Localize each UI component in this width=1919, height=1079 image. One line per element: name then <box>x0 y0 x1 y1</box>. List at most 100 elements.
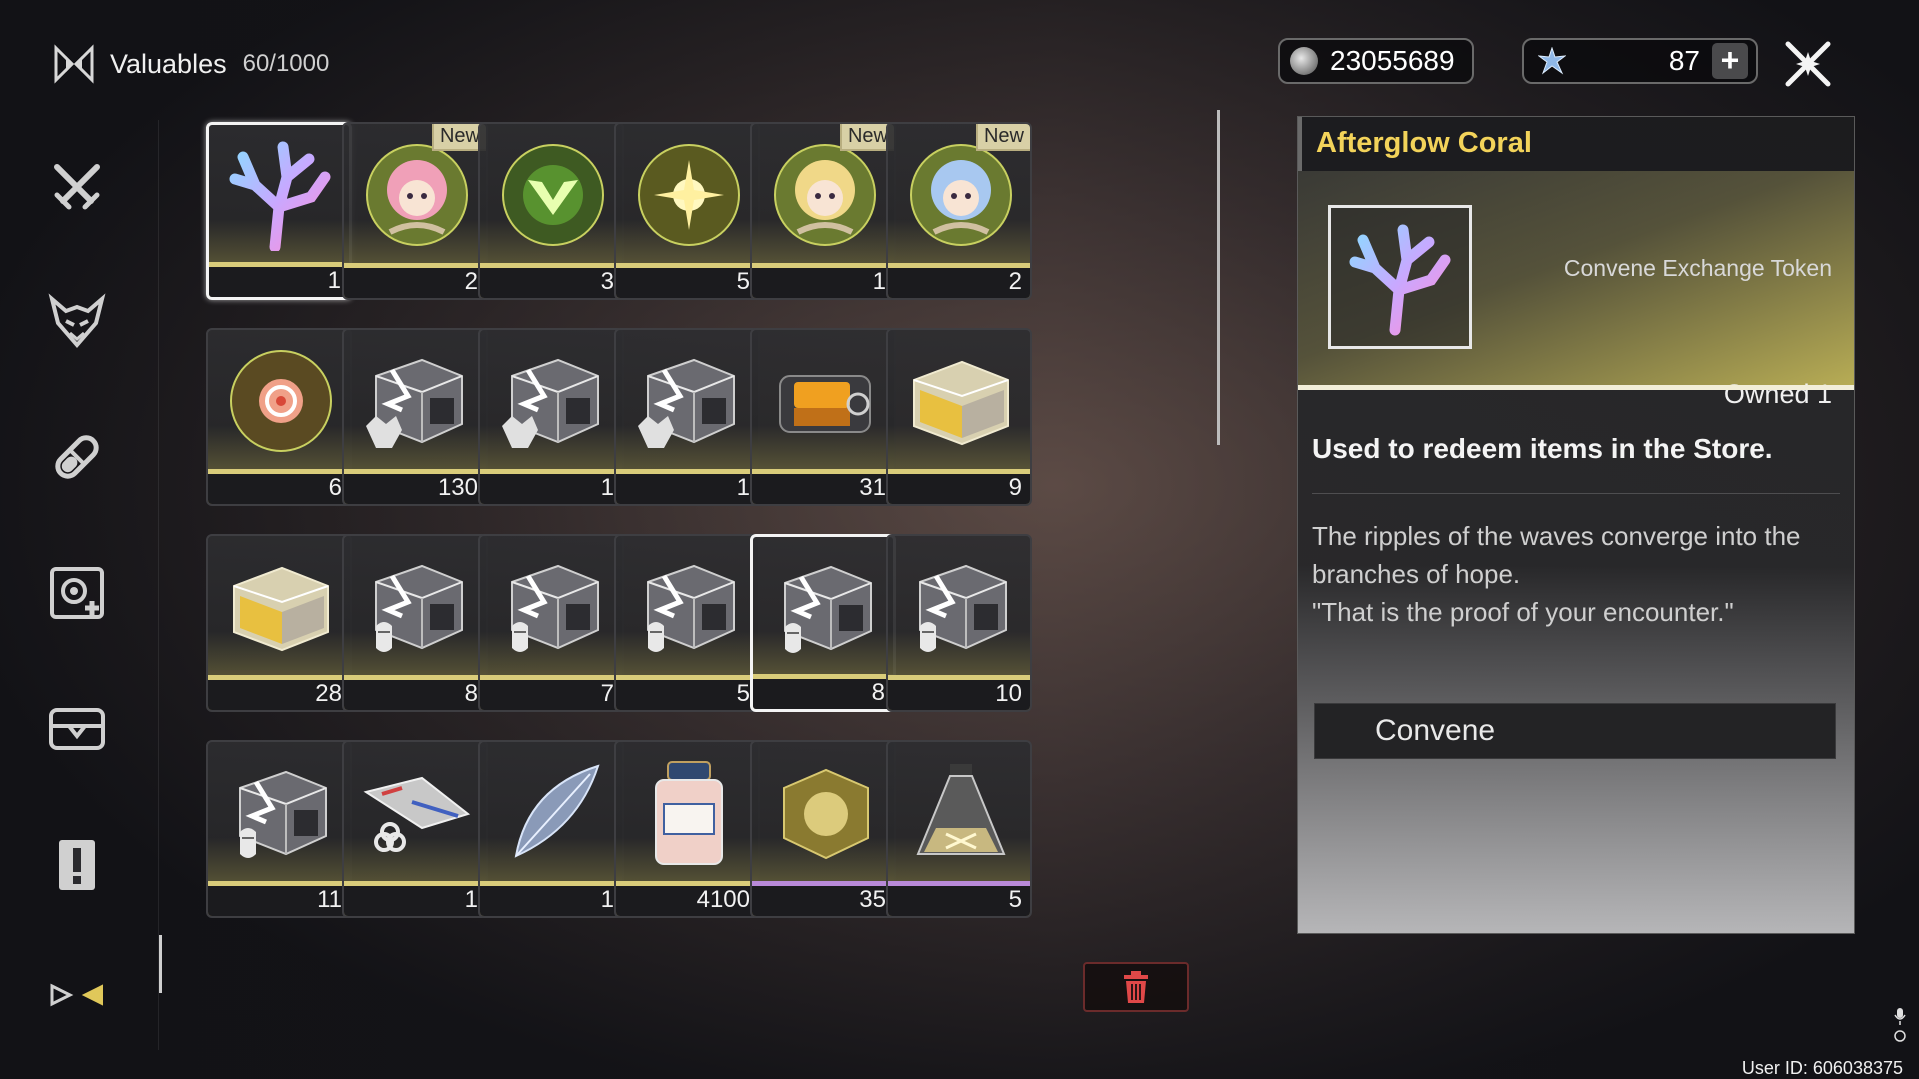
item-count: 9 <box>1008 474 1022 501</box>
item-slot[interactable]: 9 <box>886 328 1032 506</box>
detail-divider <box>1312 493 1840 494</box>
chest-wolf-icon <box>634 346 744 456</box>
capacity-count: 60/1000 <box>242 50 330 77</box>
grid-scrollbar[interactable] <box>1217 110 1220 445</box>
sidebar-divider <box>158 120 159 1050</box>
item-count: 6 <box>328 474 342 501</box>
crate-gold-icon <box>226 552 336 662</box>
item-slot[interactable]: 1 <box>478 740 624 918</box>
item-count: 5 <box>736 680 750 707</box>
item-count: 5 <box>1008 886 1022 913</box>
portrait-pink-icon <box>362 140 472 250</box>
sidebar-item-upgrade-material[interactable] <box>46 426 108 488</box>
shell-credit-display[interactable]: 23055689 <box>1278 38 1474 84</box>
portrait-blue-icon <box>906 140 1016 250</box>
convene-button-label: Convene <box>1375 714 1496 747</box>
sidebar-item-echo[interactable] <box>46 290 108 352</box>
gear-plus-icon <box>50 567 104 619</box>
item-slot[interactable]: 8 <box>342 534 488 712</box>
chest-mask-icon <box>498 552 608 662</box>
item-count: 5 <box>736 268 750 295</box>
detail-hero: Convene Exchange Token Owned 1 <box>1298 171 1854 409</box>
item-slot[interactable]: 31 <box>750 328 896 506</box>
item-count: 28 <box>315 680 342 707</box>
lore-line: branches of hope. <box>1312 559 1521 589</box>
chest-icon <box>49 708 105 750</box>
orb-red-icon <box>226 346 336 456</box>
trash-icon <box>1124 971 1148 1003</box>
delete-button[interactable] <box>1083 962 1189 1012</box>
item-count: 4100 <box>696 886 750 913</box>
item-slot[interactable]: 1 <box>614 328 760 506</box>
item-slot[interactable]: 1 New <box>750 122 896 300</box>
chest-mask-icon <box>362 552 472 662</box>
detail-item-thumbnail <box>1328 205 1472 349</box>
item-count: 7 <box>600 680 614 707</box>
add-astrite-button[interactable]: + <box>1712 43 1748 79</box>
valuables-bowtie-icon <box>50 983 103 1007</box>
microphone-icon[interactable] <box>1893 1007 1907 1043</box>
item-count: 8 <box>871 679 885 706</box>
page-header: Valuables 60/1000 <box>52 42 329 86</box>
detail-lore-text: The ripples of the waves converge into t… <box>1312 517 1842 631</box>
item-count: 8 <box>464 680 478 707</box>
item-slot[interactable]: 1 <box>478 328 624 506</box>
item-count: 1 <box>327 267 341 294</box>
sidebar-item-quest-items[interactable] <box>46 834 108 896</box>
item-count: 1 <box>600 474 614 501</box>
item-slot[interactable]: 1 <box>206 122 352 300</box>
sidebar-active-marker <box>159 935 162 993</box>
sidebar-item-weapon[interactable] <box>46 156 108 218</box>
convene-button[interactable]: Convene <box>1314 703 1836 759</box>
cube-icon <box>770 758 880 868</box>
item-count: 35 <box>859 886 886 913</box>
coral-icon <box>227 141 337 253</box>
detail-item-type: Convene Exchange Token <box>1563 255 1832 281</box>
chest-mask-icon <box>226 758 336 868</box>
lore-line: "That is the proof of your encounter." <box>1312 597 1734 627</box>
crossed-swords-icon <box>54 164 100 210</box>
item-count: 11 <box>317 886 342 913</box>
item-slot[interactable]: 1 <box>342 740 488 918</box>
chest-mask-icon <box>634 552 744 662</box>
chest-mask-icon <box>906 552 1016 662</box>
astrite-display[interactable]: 87 + <box>1522 38 1758 84</box>
item-slot[interactable]: 28 <box>206 534 352 712</box>
item-slot[interactable]: 5 <box>886 740 1032 918</box>
detail-title-bar: Afterglow Coral <box>1298 117 1854 171</box>
item-count: 2 <box>464 268 478 295</box>
crate-gold-icon <box>906 346 1016 456</box>
detail-hero-underline <box>1298 385 1854 390</box>
shell-credit-value: 23055689 <box>1330 45 1455 76</box>
item-slot[interactable]: 10 <box>886 534 1032 712</box>
feather-icon <box>498 758 608 868</box>
item-slot[interactable]: 2 New <box>886 122 1032 300</box>
detail-owned-count: Owned 1 <box>1723 379 1832 409</box>
close-icon[interactable] <box>1782 38 1834 90</box>
item-slot[interactable]: 130 <box>342 328 488 506</box>
item-count: 10 <box>995 680 1022 707</box>
sidebar-item-development[interactable] <box>46 562 108 624</box>
item-slot[interactable]: 2 New <box>342 122 488 300</box>
item-slot[interactable]: 4100 <box>614 740 760 918</box>
lore-line: The ripples of the waves converge into t… <box>1312 521 1801 551</box>
item-slot[interactable]: 11 <box>206 740 352 918</box>
item-slot[interactable]: 3 <box>478 122 624 300</box>
portrait-yellow-icon <box>770 140 880 250</box>
chest-orange-icon <box>770 346 880 456</box>
new-badge: New <box>975 124 1030 151</box>
item-slot[interactable]: 35 <box>750 740 896 918</box>
shell-credit-icon <box>1290 47 1318 75</box>
item-slot[interactable]: 5 <box>614 534 760 712</box>
item-slot[interactable]: 5 <box>614 122 760 300</box>
item-count: 1 <box>464 886 478 913</box>
orb-green-icon <box>498 140 608 250</box>
item-slot[interactable]: 6 <box>206 328 352 506</box>
item-slot[interactable]: 7 <box>478 534 624 712</box>
item-count: 1 <box>736 474 750 501</box>
sidebar-item-special[interactable] <box>46 964 108 1026</box>
chest-mask-icon <box>771 553 881 663</box>
item-slot[interactable]: 8 <box>750 534 896 712</box>
sidebar-item-resources[interactable] <box>46 698 108 760</box>
capsule-icon <box>55 435 99 479</box>
